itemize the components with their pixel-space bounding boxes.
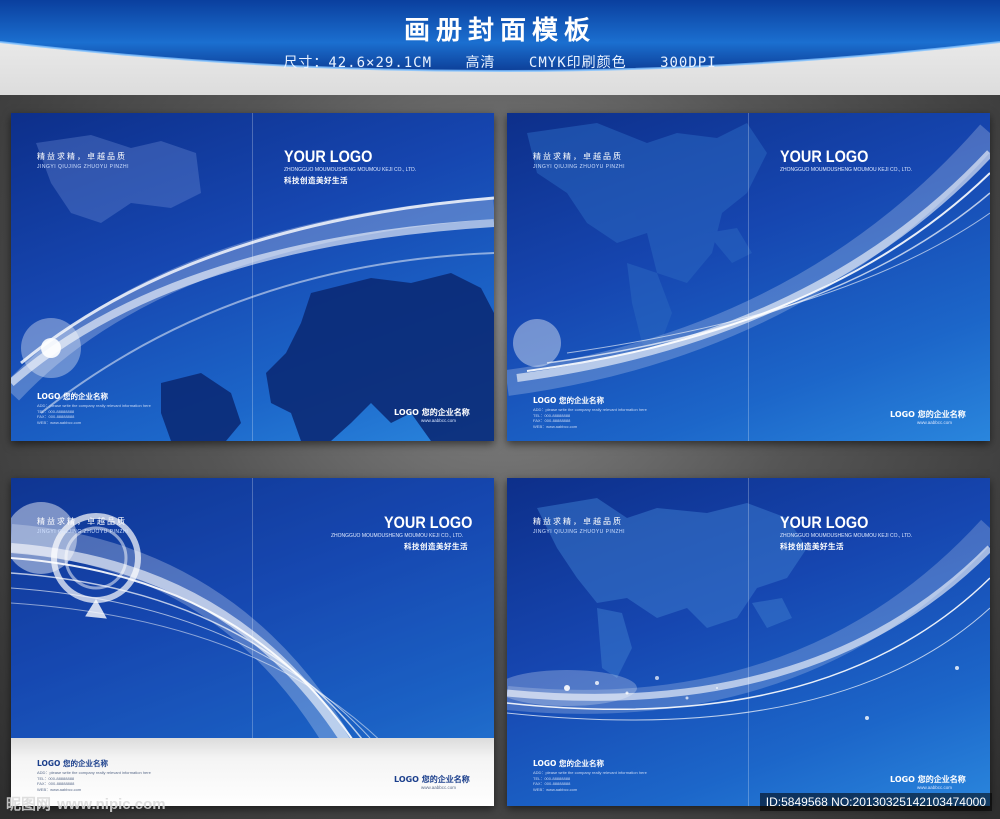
contact-address: ADD：please write the company really rele… <box>533 407 647 412</box>
fold-line <box>748 113 749 441</box>
back-contact-info: ADD：please write the company really rele… <box>37 770 151 792</box>
slogan: 精益求精，卓越品质 <box>37 517 127 526</box>
slogan-pinyin: JINGYI QIUJING ZHUOYU PINZHI <box>533 529 626 535</box>
slogan: 精益求精，卓越品质 <box>533 152 623 161</box>
tagline: 科技创造美好生活 <box>284 176 348 185</box>
back-logo: LOGO 您的企业名称 <box>37 392 109 401</box>
brochure-template-2[interactable]: 精益求精，卓越品质 JINGYI QIUJING ZHUOYU PINZHI Y… <box>507 113 990 441</box>
dotted-map-shape <box>36 135 201 223</box>
contact-web: WEB：www.aabbcc.com <box>37 786 82 792</box>
front-url: www.aabbcc.com <box>917 420 953 425</box>
back-logo: LOGO 您的企业名称 <box>37 759 109 768</box>
contact-web: WEB：www.aabbcc.com <box>37 419 82 425</box>
contact-web: WEB：www.aabbcc.com <box>533 786 578 792</box>
site-name: 昵图网 <box>6 795 52 813</box>
company-english: ZHONGGUO MOUMOUSHENG MOUMOU KEJI CO., LT… <box>331 533 464 539</box>
fold-line <box>748 478 749 806</box>
image-id-badge: ID:5849568 NO:20130325142103474000 <box>759 793 992 811</box>
back-contact-info: ADD：please write the company really rele… <box>533 407 647 429</box>
fold-line <box>252 113 253 441</box>
front-company: LOGO 您的企业名称 <box>890 775 966 784</box>
spec-dpi: 300DPI <box>660 55 717 71</box>
logo-title: YOUR LOGO <box>780 147 869 166</box>
company-english: ZHONGGUO MOUMOUSHENG MOUMOU KEJI CO., LT… <box>284 167 417 173</box>
slogan: 精益求精，卓越品质 <box>533 517 623 526</box>
front-url: www.aabbcc.com <box>917 785 953 790</box>
contact-address: ADD：please write the company really rele… <box>533 770 647 775</box>
front-url: www.aabbcc.com <box>421 785 457 790</box>
contact-address: ADD：please write the company really rele… <box>37 770 151 775</box>
company-english: ZHONGGUO MOUMOUSHENG MOUMOU KEJI CO., LT… <box>780 533 913 539</box>
back-logo: LOGO 您的企业名称 <box>533 759 605 768</box>
site-url: www.nipic.com <box>57 796 166 813</box>
spec-line: 尺寸：42.6×29.1CM 高清 CMYK印刷颜色 300DPI <box>0 52 1000 72</box>
spec-size: 尺寸：42.6×29.1CM <box>283 55 433 71</box>
front-url: www.aabbcc.com <box>421 418 457 423</box>
slogan-pinyin: JINGYI QIUJING ZHUOYU PINZHI <box>37 164 130 170</box>
front-company: LOGO 您的企业名称 <box>394 408 470 417</box>
tagline: 科技创造美好生活 <box>404 542 468 551</box>
page-title: 画册封面模板 <box>403 16 596 46</box>
tagline: 科技创造美好生活 <box>780 542 844 551</box>
back-contact-info: ADD：please write the company really rele… <box>533 770 647 792</box>
contact-address: ADD：please write the company really rele… <box>37 403 151 408</box>
back-contact-info: ADD：please write the company really rele… <box>37 403 151 425</box>
company-english: ZHONGGUO MOUMOUSHENG MOUMOU KEJI CO., LT… <box>780 167 913 173</box>
brochure-template-1[interactable]: 精益求精，卓越品质 JINGYI QIUJING ZHUOYU PINZHI Y… <box>11 113 494 441</box>
spec-quality: 高清 <box>465 55 496 71</box>
back-logo: LOGO 您的企业名称 <box>533 396 605 405</box>
logo-title: YOUR LOGO <box>384 513 473 532</box>
contact-web: WEB：www.aabbcc.com <box>533 423 578 429</box>
brochure-template-3[interactable]: 精益求精，卓越品质 JINGYI QIUJING ZHUOYU PINZHI Y… <box>11 478 494 806</box>
site-watermark: 昵图网 www.nipic.com <box>6 793 166 814</box>
slogan: 精益求精，卓越品质 <box>37 152 127 161</box>
brochure-template-4[interactable]: 精益求精，卓越品质 JINGYI QIUJING ZHUOYU PINZHI Y… <box>507 478 990 806</box>
slogan-pinyin: JINGYI QIUJING ZHUOYU PINZHI <box>533 164 626 170</box>
front-company: LOGO 您的企业名称 <box>394 775 470 784</box>
logo-title: YOUR LOGO <box>284 147 373 166</box>
slogan-pinyin: JINGYI QIUJING ZHUOYU PINZHI <box>37 529 130 535</box>
spec-color: CMYK印刷颜色 <box>528 55 627 71</box>
header-banner: 画册封面模板 尺寸：42.6×29.1CM 高清 CMYK印刷颜色 300DPI <box>0 0 1000 95</box>
logo-title: YOUR LOGO <box>780 513 869 532</box>
front-company: LOGO 您的企业名称 <box>890 410 966 419</box>
